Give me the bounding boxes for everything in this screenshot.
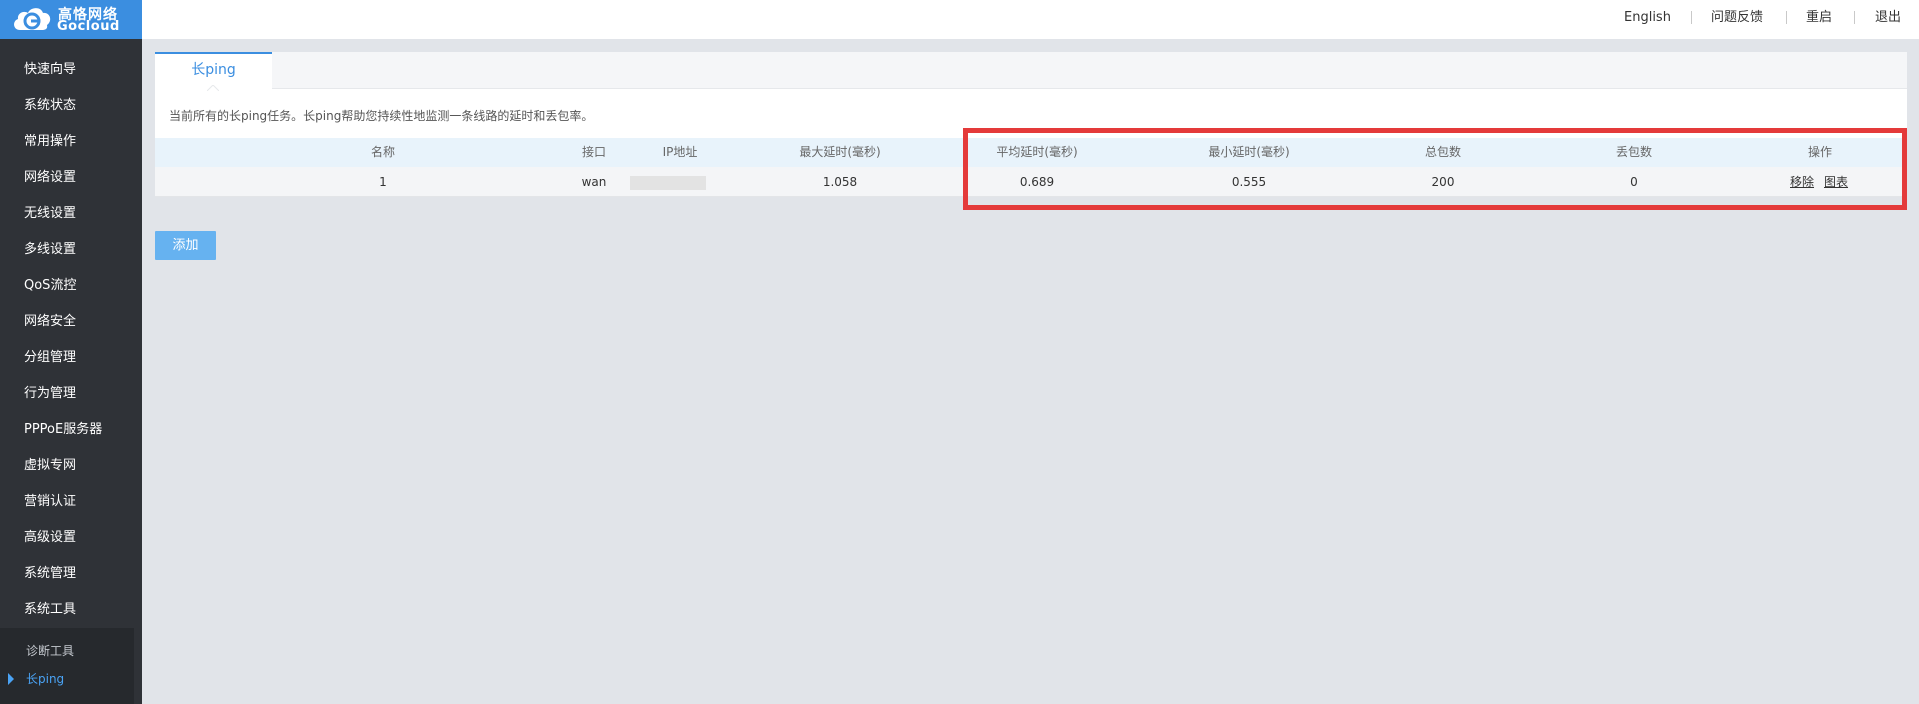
active-arrow-icon <box>8 673 14 685</box>
logout-link[interactable]: 退出 <box>1875 0 1901 35</box>
cell-name: 1 <box>379 175 387 189</box>
cell-interface: wan <box>581 175 607 189</box>
logo[interactable]: 高恪网络 Gocloud <box>0 0 142 39</box>
sidebar-item-network-security[interactable]: 网络安全 <box>0 304 142 340</box>
gocloud-logo-icon <box>14 8 51 30</box>
ip-address-redacted <box>630 176 706 190</box>
sidebar: 高恪网络 Gocloud 快速向导 系统状态 常用操作 网络设置 无线设置 多线… <box>0 0 142 704</box>
brand-name-en: Gocloud <box>57 19 120 34</box>
submenu-item-label: 长ping <box>26 672 65 686</box>
sidebar-item-system-tools[interactable]: 系统工具 <box>0 592 142 628</box>
sidebar-item-network-settings[interactable]: 网络设置 <box>0 160 142 196</box>
top-bar: English 问题反馈 重启 退出 <box>142 0 1919 39</box>
column-header-name: 名称 <box>370 145 395 159</box>
feedback-link[interactable]: 问题反馈 <box>1711 0 1763 35</box>
tab-bar: 长ping <box>155 52 1907 91</box>
page-description: 当前所有的长ping任务。长ping帮助您持续性地监测一条线路的延时和丢包率。 <box>169 109 594 123</box>
sidebar-item-qos[interactable]: QoS流控 <box>0 268 142 304</box>
tab-long-ping[interactable]: 长ping <box>155 52 272 91</box>
sidebar-item-behavior-management[interactable]: 行为管理 <box>0 376 142 412</box>
sidebar-item-pppoe-server[interactable]: PPPoE服务器 <box>0 412 142 448</box>
top-divider <box>1854 11 1855 24</box>
sidebar-item-vpn[interactable]: 虚拟专网 <box>0 448 142 484</box>
sidebar-item-wireless-settings[interactable]: 无线设置 <box>0 196 142 232</box>
top-divider <box>1786 11 1787 24</box>
column-header-ip: IP地址 <box>662 145 698 159</box>
cell-max-delay: 1.058 <box>822 175 858 189</box>
tab-label: 长ping <box>191 62 236 78</box>
sidebar-item-system-management[interactable]: 系统管理 <box>0 556 142 592</box>
reboot-link[interactable]: 重启 <box>1806 0 1832 35</box>
sidebar-item-quick-guide[interactable]: 快速向导 <box>0 52 142 88</box>
column-header-max-delay: 最大延时(毫秒) <box>799 145 881 159</box>
submenu-item-diagnostic-tools[interactable]: 诊断工具 <box>0 639 134 663</box>
english-link[interactable]: English <box>1624 0 1671 35</box>
sidebar-item-group-management[interactable]: 分组管理 <box>0 340 142 376</box>
top-divider <box>1691 11 1692 24</box>
add-button[interactable]: 添加 <box>155 231 216 260</box>
sidebar-item-common-operations[interactable]: 常用操作 <box>0 124 142 160</box>
sidebar-item-marketing-auth[interactable]: 营销认证 <box>0 484 142 520</box>
tab-caret-icon <box>207 85 219 91</box>
sidebar-item-system-status[interactable]: 系统状态 <box>0 88 142 124</box>
submenu-item-long-ping[interactable]: 长ping <box>0 667 134 691</box>
sidebar-item-multiline-settings[interactable]: 多线设置 <box>0 232 142 268</box>
sidebar-item-advanced-settings[interactable]: 高级设置 <box>0 520 142 556</box>
system-tools-submenu: 诊断工具 长ping <box>0 628 134 704</box>
highlight-annotation-box <box>963 128 1907 210</box>
